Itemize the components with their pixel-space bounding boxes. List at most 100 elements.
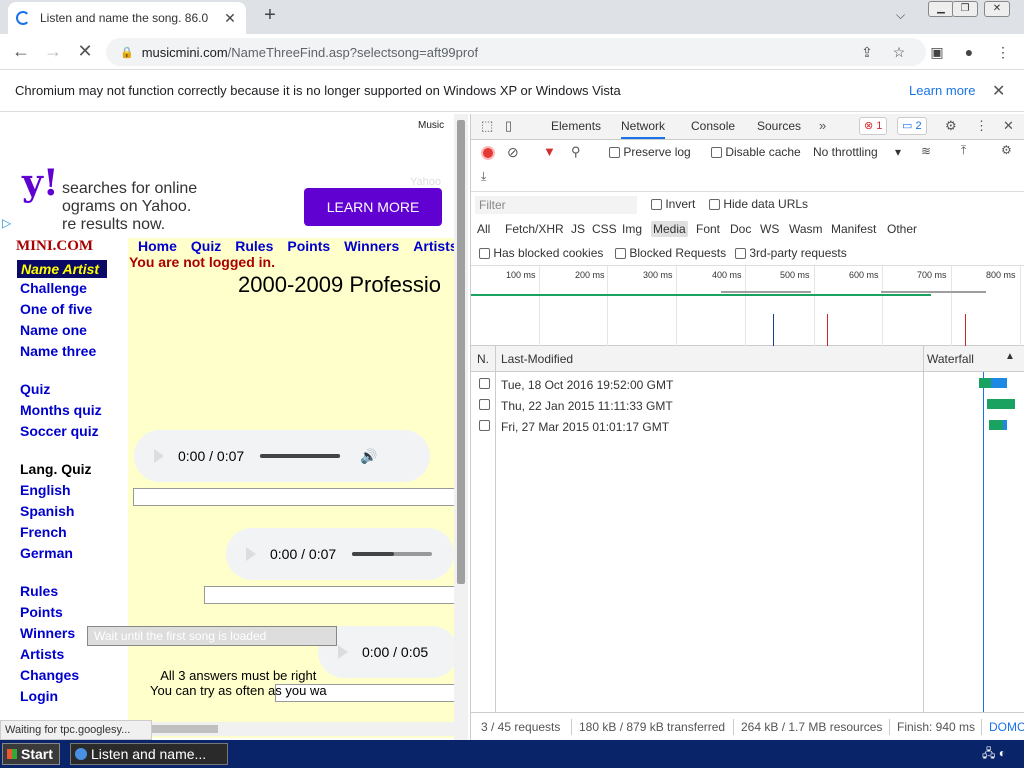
ad-learn-more-button[interactable]: LEARN MORE — [304, 188, 442, 226]
type-fetch-xhr[interactable]: Fetch/XHR — [505, 222, 564, 236]
url-input[interactable]: 🔒 musicmini.com/NameThreeFind.asp?select… — [106, 38, 926, 66]
play-icon[interactable] — [246, 547, 256, 561]
nav-name-three[interactable]: Name three — [20, 343, 96, 359]
nav-months-quiz[interactable]: Months quiz — [20, 402, 102, 418]
col-last-modified-header[interactable]: Last-Modified — [501, 352, 573, 366]
nav-french[interactable]: French — [20, 524, 67, 540]
new-tab-button[interactable]: + — [258, 4, 282, 27]
close-tab-icon[interactable]: ✕ — [222, 10, 238, 27]
audio-progress-2[interactable] — [352, 552, 433, 556]
table-row[interactable]: Tue, 18 Oct 2016 19:52:00 GMT — [471, 374, 1024, 395]
nav-rules[interactable]: Rules — [20, 583, 58, 599]
topnav-quiz[interactable]: Quiz — [191, 238, 221, 254]
topnav-winners[interactable]: Winners — [344, 238, 399, 254]
devtools-close-icon[interactable]: ✕ — [1003, 118, 1014, 134]
tab-elements[interactable]: Elements — [551, 119, 601, 133]
type-css[interactable]: CSS — [592, 222, 617, 236]
export-har-icon[interactable]: ⤓ — [481, 169, 486, 184]
topnav-home[interactable]: Home — [138, 238, 177, 254]
nav-challenge[interactable]: Challenge — [20, 280, 87, 296]
nav-name-one[interactable]: Name one — [20, 322, 87, 338]
side-panel-icon[interactable]: ▣ — [928, 44, 946, 61]
nav-soccer-quiz[interactable]: Soccer quiz — [20, 423, 99, 439]
inspect-element-icon[interactable]: ⬚ — [481, 118, 493, 134]
type-img[interactable]: Img — [622, 222, 642, 236]
close-window-button[interactable]: ✕ — [984, 1, 1010, 17]
table-row[interactable]: Thu, 22 Jan 2015 11:11:33 GMT — [471, 395, 1024, 416]
network-overview-timeline[interactable]: 100 ms 200 ms 300 ms 400 ms 500 ms 600 m… — [471, 266, 1024, 346]
stop-button[interactable]: ✕ — [74, 41, 96, 62]
filter-icon[interactable]: ▼ — [543, 144, 556, 159]
tab-sources[interactable]: Sources — [757, 119, 801, 133]
message-count-badge[interactable]: ▭ 2 — [897, 117, 927, 135]
nav-winners[interactable]: Winners — [20, 625, 75, 641]
name-artist-link[interactable]: Name Artist — [17, 260, 107, 278]
tab-console[interactable]: Console — [691, 119, 735, 133]
learn-more-link[interactable]: Learn more — [909, 83, 975, 98]
clear-icon[interactable]: ⊘ — [507, 144, 519, 161]
start-button[interactable]: Start — [2, 743, 60, 765]
answer-input-2[interactable] — [204, 586, 464, 604]
network-settings-icon[interactable]: ⚙ — [1001, 143, 1012, 157]
type-wasm[interactable]: Wasm — [789, 222, 823, 236]
type-manifest[interactable]: Manifest — [831, 222, 876, 236]
topnav-points[interactable]: Points — [287, 238, 330, 254]
table-row[interactable]: Fri, 27 Mar 2015 01:01:17 GMT — [471, 416, 1024, 437]
browser-tab[interactable]: Listen and name the song. 86.0 ✕ — [8, 2, 246, 34]
nav-quiz[interactable]: Quiz — [20, 381, 50, 397]
type-media[interactable]: Media — [651, 221, 688, 237]
yahoo-ad[interactable]: y! searches for online ograms on Yahoo. … — [0, 138, 454, 233]
audio-player-3[interactable]: 0:00 / 0:05 — [318, 626, 458, 678]
nav-spanish[interactable]: Spanish — [20, 503, 74, 519]
network-conditions-icon[interactable]: ≋ — [921, 144, 931, 158]
play-icon[interactable] — [154, 449, 164, 463]
bookmark-star-icon[interactable]: ☆ — [890, 44, 908, 61]
tray-network-icon[interactable]: 🖧 ◐ — [982, 744, 1006, 765]
nav-one-of-five[interactable]: One of five — [20, 301, 92, 317]
topnav-rules[interactable]: Rules — [235, 238, 273, 254]
device-toolbar-icon[interactable]: ▯ — [505, 118, 512, 134]
record-icon[interactable] — [481, 146, 495, 160]
type-font[interactable]: Font — [696, 222, 720, 236]
third-party-checkbox[interactable]: 3rd-party requests — [735, 246, 847, 260]
vertical-scrollbar[interactable] — [454, 114, 468, 740]
play-icon[interactable] — [338, 645, 348, 659]
audio-progress-1[interactable] — [260, 454, 341, 458]
infobar-close-icon[interactable]: ✕ — [992, 81, 1005, 101]
type-doc[interactable]: Doc — [730, 222, 751, 236]
has-blocked-cookies-checkbox[interactable]: Has blocked cookies — [479, 246, 603, 260]
share-icon[interactable]: ⇪ — [858, 44, 876, 61]
preserve-log-checkbox[interactable]: Preserve log — [609, 145, 691, 159]
error-count-badge[interactable]: ⊗ 1 — [859, 117, 888, 135]
settings-gear-icon[interactable]: ⚙ — [945, 118, 957, 134]
topnav-artists[interactable]: Artists — [413, 238, 457, 254]
col-n-header[interactable]: N. — [477, 352, 489, 366]
filter-input[interactable]: Filter — [475, 196, 637, 214]
back-button[interactable]: ← — [10, 41, 32, 62]
volume-icon[interactable]: 🔊 — [360, 448, 377, 465]
tab-search-icon[interactable]: ⌵ — [896, 8, 905, 23]
nav-login[interactable]: Login — [20, 688, 58, 704]
nav-english[interactable]: English — [20, 482, 71, 498]
nav-points[interactable]: Points — [20, 604, 63, 620]
audio-player-2[interactable]: 0:00 / 0:07 — [226, 528, 454, 580]
adchoices-icon[interactable]: ▷ — [2, 216, 11, 230]
maximize-button[interactable]: ❐ — [952, 1, 978, 17]
submit-button[interactable]: Wait until the first song is loaded — [87, 626, 337, 646]
type-all[interactable]: All — [477, 222, 490, 236]
taskbar-browser-item[interactable]: Listen and name... — [70, 743, 228, 765]
blocked-requests-checkbox[interactable]: Blocked Requests — [615, 246, 726, 260]
menu-icon[interactable]: ⋮ — [994, 44, 1012, 61]
disable-cache-checkbox[interactable]: Disable cache — [711, 145, 801, 159]
answer-input-1[interactable] — [133, 488, 463, 506]
minimize-button[interactable]: ▁ — [928, 1, 954, 17]
nav-changes[interactable]: Changes — [20, 667, 79, 683]
forward-button[interactable]: → — [42, 41, 64, 62]
type-ws[interactable]: WS — [760, 222, 779, 236]
tab-network[interactable]: Network — [621, 119, 666, 139]
type-js[interactable]: JS — [571, 222, 585, 236]
audio-player-1[interactable]: 0:00 / 0:07 🔊 — [134, 430, 430, 482]
invert-checkbox[interactable]: Invert — [651, 197, 695, 211]
more-tabs-icon[interactable]: » — [819, 118, 826, 133]
col-waterfall-header[interactable]: Waterfall — [927, 352, 974, 366]
